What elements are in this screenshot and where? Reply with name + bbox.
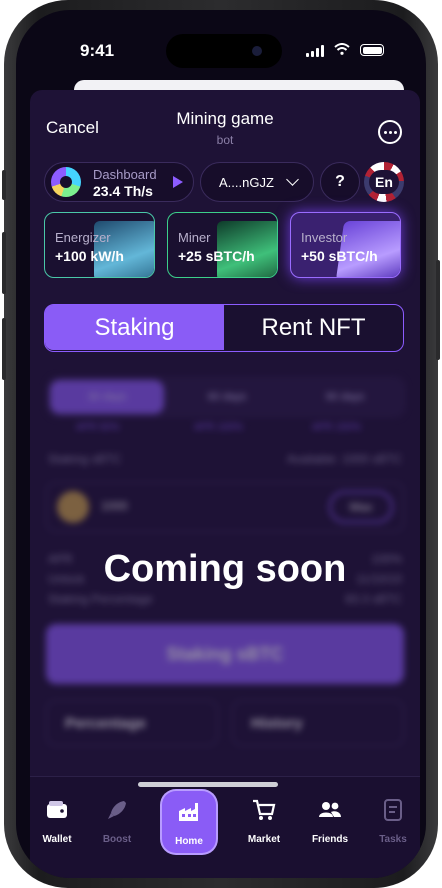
app-title: Mining game <box>176 109 274 128</box>
tab-wallet[interactable]: Wallet <box>30 797 87 845</box>
staking-label: Staking sBTC <box>48 452 122 466</box>
wallet-address-dropdown[interactable]: A....nGJZ <box>200 162 314 202</box>
card-label: Miner <box>178 230 211 245</box>
tab-label: Market <box>247 834 281 845</box>
hashrate-value: 23.4 Th/s <box>93 183 153 199</box>
card-value: +50 sBTC/h <box>301 248 378 264</box>
app-subtitle: bot <box>216 133 234 147</box>
tab-boost[interactable]: Boost <box>87 797 147 845</box>
apr-label: APR 100% <box>194 422 243 433</box>
period-tabs: 30 days 60 days 90 days <box>46 376 406 418</box>
volume-down-button <box>2 318 6 380</box>
tab-home[interactable]: Home <box>162 791 216 853</box>
tab-rent-nft[interactable]: Rent NFT <box>224 305 403 350</box>
cart-icon <box>253 799 276 820</box>
home-indicator <box>138 782 278 787</box>
card-label: Investor <box>301 230 348 245</box>
tab-label: Friends <box>311 834 349 845</box>
investor-card[interactable]: Investor +50 sBTC/h <box>290 212 401 278</box>
dashboard-chart-icon <box>51 167 81 197</box>
miner-card[interactable]: Miner +25 sBTC/h <box>167 212 278 278</box>
tab-label: Tasks <box>379 834 407 845</box>
play-icon <box>173 176 183 188</box>
history-button: History <box>232 700 404 746</box>
battery-icon <box>360 44 384 56</box>
friends-icon <box>319 802 341 817</box>
card-label: Energizer <box>55 230 111 245</box>
tab-tasks[interactable]: Tasks <box>363 797 420 845</box>
power-button <box>436 260 440 360</box>
language-label: En <box>369 170 399 194</box>
tab-label: Boost <box>102 834 132 845</box>
percentage-button: Percentage <box>46 700 218 746</box>
row-label: Staking Percentage <box>48 592 153 606</box>
tasks-icon <box>384 799 402 821</box>
more-icon[interactable] <box>378 120 402 144</box>
coming-soon-overlay: Coming soon <box>103 548 347 590</box>
energizer-card[interactable]: Energizer +100 kW/h <box>44 212 155 278</box>
bottom-tab-bar: Wallet Boost Home Market Friends Tasks <box>30 776 420 878</box>
signal-icon <box>306 45 324 57</box>
card-value: +100 kW/h <box>55 248 124 264</box>
max-button: Max <box>329 491 393 523</box>
status-bar: 9:41 <box>16 10 426 82</box>
rocket-icon <box>108 801 126 819</box>
available-label: Available: 1000 sBTC <box>286 452 402 466</box>
volume-up-button <box>2 232 6 294</box>
tab-market[interactable]: Market <box>234 797 294 845</box>
staking-segmented-control: Staking Rent NFT <box>44 304 404 352</box>
tab-label: Wallet <box>42 834 72 845</box>
help-button[interactable]: ? <box>320 162 360 202</box>
help-icon: ? <box>335 173 345 190</box>
apr-label: APR 50% <box>76 422 120 433</box>
wifi-icon <box>334 43 350 55</box>
card-value: +25 sBTC/h <box>178 248 255 264</box>
wallet-address: A....nGJZ <box>219 175 274 190</box>
amount-value: 1000 <box>101 499 128 513</box>
row-value: 83.3 sBTC <box>345 592 402 606</box>
period-tab: 30 days <box>50 380 164 414</box>
tab-friends[interactable]: Friends <box>300 797 360 845</box>
wallet-icon <box>47 801 67 818</box>
status-time: 9:41 <box>80 41 115 60</box>
dashboard-button[interactable]: Dashboard 23.4 Th/s <box>44 162 194 202</box>
app-header: Cancel Mining game bot <box>30 90 420 150</box>
tab-label: Home <box>175 836 203 847</box>
chevron-down-icon <box>286 173 299 186</box>
language-button[interactable]: En <box>364 162 404 202</box>
phone-frame: 9:41 Cancel Mining game bot Dashboard 23… <box>2 0 440 888</box>
mute-switch <box>2 170 6 200</box>
apr-label: APR 150% <box>312 422 361 433</box>
screen: 9:41 Cancel Mining game bot Dashboard 23… <box>16 10 426 878</box>
amount-field: 1000 Max <box>46 482 404 532</box>
period-tab: 90 days <box>325 391 365 403</box>
dashboard-label: Dashboard <box>93 167 157 182</box>
camera-icon <box>252 46 262 56</box>
stake-button: Staking sBTC <box>46 624 404 684</box>
period-tab: 60 days <box>207 391 247 403</box>
dynamic-island <box>166 34 282 68</box>
factory-icon <box>179 803 198 821</box>
coin-icon <box>57 491 89 523</box>
tab-staking[interactable]: Staking <box>45 305 224 350</box>
mini-app-sheet: Cancel Mining game bot Dashboard 23.4 Th… <box>30 90 420 878</box>
